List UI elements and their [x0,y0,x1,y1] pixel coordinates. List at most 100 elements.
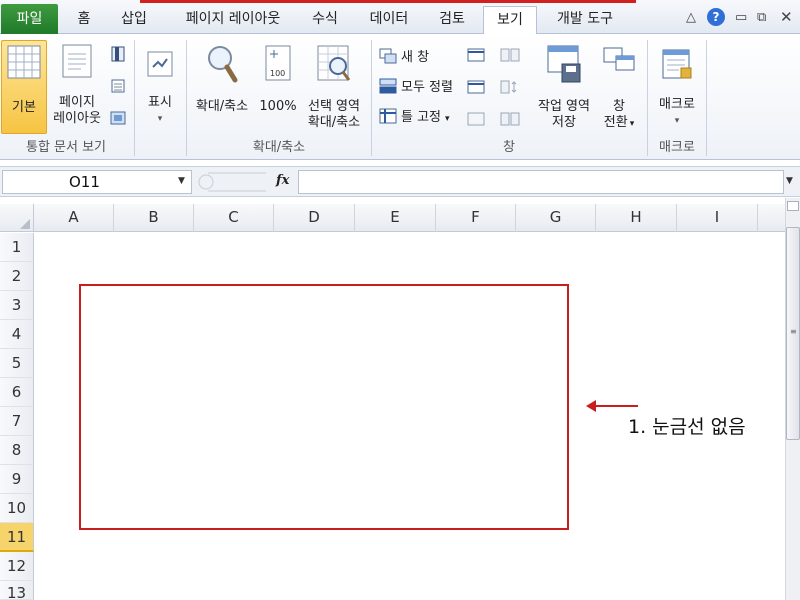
row-header-4[interactable]: 4 [0,320,34,349]
row-header-13[interactable]: 13 [0,581,34,600]
page-layout-label-line2: 레이아웃 [53,111,101,126]
expand-formula-bar-icon[interactable]: ▼ [786,176,793,186]
tab-file[interactable]: 파일 [1,4,58,34]
row-header-3[interactable]: 3 [0,291,34,320]
ribbon: 기본 페이지 레이아웃 통합 문서 보기 표시 ▾ 확대/축소 100 100%… [0,34,800,160]
column-header-a[interactable]: A [34,204,114,232]
tab-page-layout[interactable]: 페이지 레이아웃 [168,6,298,34]
row-header-12[interactable]: 12 [0,552,34,581]
zoom-button[interactable]: 확대/축소 [190,44,254,115]
save-workspace-button[interactable]: 작업 영역 저장 [532,44,596,131]
tab-view[interactable]: 보기 [483,6,537,35]
annotation-text: 1. 눈금선 없음 [628,416,746,438]
column-header-h[interactable]: H [596,204,677,232]
column-header-c[interactable]: C [194,204,274,232]
split-icon [467,48,485,62]
row-header-6[interactable]: 6 [0,378,34,407]
separator [186,40,187,156]
arrange-all-button[interactable]: 모두 정렬 [379,78,453,97]
split-button[interactable] [466,48,486,67]
switch-windows-label-text: 전환 [603,115,628,130]
custom-views-button[interactable] [108,78,128,99]
select-all-button[interactable] [0,204,34,232]
scrollbar-thumb[interactable]: ≡ [786,227,800,440]
name-box[interactable]: O11 [2,170,192,194]
minimize-window-icon[interactable]: ▭ [735,10,747,25]
column-header-f[interactable]: F [436,204,516,232]
restore-window-icon[interactable]: ⧉ [757,10,766,25]
column-header-b[interactable]: B [114,204,194,232]
row-header-10[interactable]: 10 [0,494,34,523]
page-break-icon [111,46,125,62]
zoom-100-button[interactable]: 100 100% [258,44,298,115]
arrange-all-label: 모두 정렬 [401,80,453,95]
row-header-8[interactable]: 8 [0,436,34,465]
column-header-e[interactable]: E [355,204,436,232]
normal-view-button[interactable]: 기본 [1,40,47,134]
page-break-preview-button[interactable] [108,46,128,67]
page-layout-icon [62,44,92,78]
close-window-icon[interactable]: ✕ [780,8,793,26]
page-layout-view-button[interactable]: 페이지 레이아웃 [50,44,104,127]
annotation-arrow-line [592,405,638,407]
highlight-box [79,284,569,530]
zoom-to-selection-button[interactable]: 선택 영역 확대/축소 [300,44,368,131]
minimize-ribbon-icon[interactable]: △ [686,10,696,25]
sync-scroll-icon [500,80,517,94]
row-header-5[interactable]: 5 [0,349,34,378]
switch-windows-icon [603,47,635,71]
zoom-selection-icon [317,45,351,81]
reset-window-position-button[interactable] [498,112,522,131]
normal-view-label: 기본 [12,100,36,115]
name-box-dropdown-icon[interactable]: ▼ [178,176,185,186]
switch-windows-button[interactable]: 창 전환 ▾ [598,44,640,132]
new-window-button[interactable]: 새 창 [379,48,429,67]
column-header-g[interactable]: G [516,204,596,232]
row-header-11[interactable]: 11 [0,523,34,552]
save-workspace-label-line1: 작업 영역 [538,99,590,114]
freeze-panes-label: 틀 고정 [401,110,442,125]
row-header-7[interactable]: 7 [0,407,34,436]
full-screen-icon [110,111,126,125]
formula-bar: O11 ▼ fx ▼ [0,166,800,197]
tab-home[interactable]: 홈 [64,6,104,34]
macros-icon [662,49,692,79]
hide-button[interactable] [466,80,486,99]
help-icon[interactable]: ? [707,8,725,26]
zoom-label: 확대/축소 [195,99,249,114]
tab-developer[interactable]: 개발 도구 [544,6,626,34]
view-side-by-side-button[interactable] [498,48,522,67]
row-header-1[interactable]: 1 [0,233,34,262]
show-label: 표시 [148,95,172,110]
save-workspace-icon [547,45,581,83]
reset-position-icon [500,112,520,126]
tab-insert[interactable]: 삽입 [108,6,160,34]
custom-views-icon [111,79,125,93]
ribbon-tab-bar: 파일 홈 삽입 페이지 레이아웃 수식 데이터 검토 보기 개발 도구 △ ? … [0,0,800,35]
full-screen-button[interactable] [108,110,128,131]
separator [706,40,707,156]
freeze-panes-button[interactable]: 틀 고정 ▾ [379,108,450,128]
tab-data[interactable]: 데이터 [356,6,422,34]
column-header-bar: A B C D E F G H I [0,204,785,232]
hide-icon [467,80,485,94]
tab-review[interactable]: 검토 [424,6,480,34]
formula-input[interactable] [298,170,784,194]
column-header-d[interactable]: D [274,204,355,232]
insert-function-icon[interactable]: fx [276,173,289,188]
unhide-button[interactable] [466,112,486,131]
freeze-panes-icon [379,108,397,124]
split-box-icon[interactable] [787,201,799,211]
window-group-label: 창 [503,140,515,155]
select-all-icon [20,219,30,229]
save-workspace-label-line2: 저장 [552,115,576,130]
tab-formulas[interactable]: 수식 [298,6,352,34]
synchronous-scrolling-button[interactable] [498,80,522,99]
column-header-i[interactable]: I [677,204,758,232]
show-button[interactable]: 표시 ▾ [140,50,180,127]
row-header-9[interactable]: 9 [0,465,34,494]
vertical-scrollbar[interactable]: ≡ [785,198,800,600]
show-icon [147,51,173,77]
row-header-2[interactable]: 2 [0,262,34,291]
macros-button[interactable]: 매크로 ▾ [652,48,702,129]
